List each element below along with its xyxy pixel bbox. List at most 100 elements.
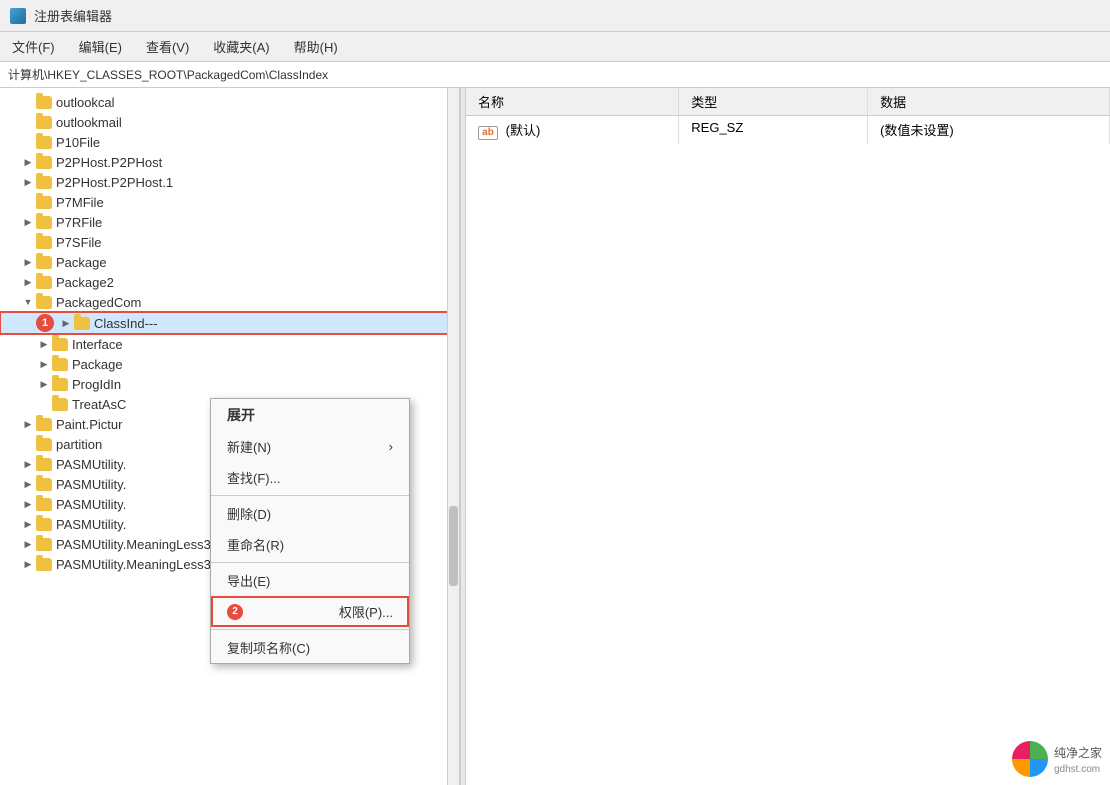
folder-icon xyxy=(36,236,52,249)
tree-label: PackagedCom xyxy=(56,295,141,310)
tree-item-p2phost[interactable]: P2PHost.P2PHost xyxy=(0,152,459,172)
right-panel: 名称 类型 数据 ab (默认) REG_SZ (数值未设置) 纯净之家g xyxy=(466,88,1110,785)
tree-label: P10File xyxy=(56,135,100,150)
folder-icon xyxy=(36,256,52,269)
breadcrumb: 计算机\HKEY_CLASSES_ROOT\PackagedCom\ClassI… xyxy=(0,62,1110,88)
tree-item-packagedcom-package[interactable]: Package xyxy=(0,354,459,374)
tree-item-package2[interactable]: Package2 xyxy=(0,272,459,292)
scrollbar[interactable] xyxy=(447,88,459,785)
tree-label: ProgIdIn xyxy=(72,377,121,392)
tree-item-package[interactable]: Package xyxy=(0,252,459,272)
expand-arrow[interactable] xyxy=(36,376,52,392)
expand-arrow[interactable] xyxy=(20,214,36,230)
expand-arrow[interactable] xyxy=(20,174,36,190)
expand-arrow[interactable] xyxy=(20,416,36,432)
submenu-arrow-icon: › xyxy=(389,439,393,454)
expand-arrow[interactable] xyxy=(20,294,36,310)
badge-2: 2 xyxy=(227,604,243,620)
menu-help[interactable]: 帮助(H) xyxy=(290,35,342,58)
menu-bar: 文件(F) 编辑(E) 查看(V) 收藏夹(A) 帮助(H) xyxy=(0,32,1110,62)
main-container: outlookcal outlookmail P10File P2PHost.P… xyxy=(0,88,1110,785)
folder-icon xyxy=(36,558,52,571)
col-name: 名称 xyxy=(466,88,679,116)
folder-icon xyxy=(74,317,90,330)
cell-data: (数值未设置) xyxy=(868,116,1110,144)
folder-icon xyxy=(36,116,52,129)
tree-item-packagedcom[interactable]: PackagedCom xyxy=(0,292,459,312)
folder-icon xyxy=(36,498,52,511)
menu-edit[interactable]: 编辑(E) xyxy=(75,35,126,58)
ctx-new[interactable]: 新建(N) › xyxy=(211,431,409,462)
watermark-text: 纯净之家gdhst.com xyxy=(1054,744,1102,775)
tree-label: TreatAsC xyxy=(72,397,126,412)
tree-label: PASMUtility. xyxy=(56,477,126,492)
expand-arrow[interactable] xyxy=(20,154,36,170)
folder-icon xyxy=(52,358,68,371)
folder-icon xyxy=(36,96,52,109)
watermark-logo xyxy=(1012,741,1048,777)
ctx-find[interactable]: 查找(F)... xyxy=(211,462,409,493)
tree-item-p7mfile[interactable]: P7MFile xyxy=(0,192,459,212)
folder-icon xyxy=(36,196,52,209)
folder-icon xyxy=(36,478,52,491)
ctx-export[interactable]: 导出(E) xyxy=(211,565,409,596)
tree-label: ClassInd--- xyxy=(94,316,158,331)
expand-arrow[interactable] xyxy=(20,254,36,270)
folder-icon xyxy=(36,458,52,471)
folder-icon xyxy=(36,156,52,169)
menu-favorites[interactable]: 收藏夹(A) xyxy=(209,35,273,58)
ctx-rename[interactable]: 重命名(R) xyxy=(211,529,409,560)
menu-file[interactable]: 文件(F) xyxy=(8,35,59,58)
tree-label: outlookcal xyxy=(56,95,115,110)
ctx-permissions[interactable]: 2 权限(P)... xyxy=(211,596,409,627)
folder-icon xyxy=(36,216,52,229)
registry-table: 名称 类型 数据 ab (默认) REG_SZ (数值未设置) xyxy=(466,88,1110,144)
expand-arrow[interactable] xyxy=(36,336,52,352)
expand-arrow[interactable] xyxy=(36,356,52,372)
badge-1: 1 xyxy=(36,314,54,332)
ctx-sep-2 xyxy=(211,562,409,563)
tree-item-outlookmail[interactable]: outlookmail xyxy=(0,112,459,132)
expand-arrow[interactable] xyxy=(20,274,36,290)
app-title: 注册表编辑器 xyxy=(34,6,112,25)
ctx-sep-3 xyxy=(211,629,409,630)
ctx-delete[interactable]: 删除(D) xyxy=(211,498,409,529)
tree-label: PASMUtility.MeaningLess3.2 xyxy=(56,557,222,572)
tree-item-p7rfile[interactable]: P7RFile xyxy=(0,212,459,232)
ctx-expand[interactable]: 展开 xyxy=(211,399,409,431)
tree-label: P7SFile xyxy=(56,235,102,250)
expand-arrow[interactable] xyxy=(20,476,36,492)
tree-label: P7MFile xyxy=(56,195,104,210)
ctx-sep-1 xyxy=(211,495,409,496)
tree-label: Paint.Pictur xyxy=(56,417,122,432)
folder-icon xyxy=(52,378,68,391)
tree-item-p2phost1[interactable]: P2PHost.P2PHost.1 xyxy=(0,172,459,192)
expand-arrow[interactable] xyxy=(20,516,36,532)
menu-view[interactable]: 查看(V) xyxy=(142,35,193,58)
app-icon xyxy=(10,8,26,24)
expand-arrow[interactable] xyxy=(20,556,36,572)
left-panel: outlookcal outlookmail P10File P2PHost.P… xyxy=(0,88,460,785)
ctx-copy-name[interactable]: 复制项名称(C) xyxy=(211,632,409,663)
expand-arrow[interactable] xyxy=(20,536,36,552)
expand-arrow[interactable] xyxy=(20,496,36,512)
title-bar: 注册表编辑器 xyxy=(0,0,1110,32)
tree-label: PASMUtility.MeaningLess3 xyxy=(56,537,211,552)
tree-item-outlookcal[interactable]: outlookcal xyxy=(0,92,459,112)
expand-arrow[interactable] xyxy=(20,456,36,472)
tree-label: PASMUtility. xyxy=(56,497,126,512)
folder-icon xyxy=(36,276,52,289)
scrollbar-thumb[interactable] xyxy=(449,506,458,586)
tree-item-classindex[interactable]: 1 ClassInd--- xyxy=(0,312,459,334)
tree-label: Interface xyxy=(72,337,123,352)
tree-label: PASMUtility. xyxy=(56,457,126,472)
tree-item-p7sfile[interactable]: P7SFile xyxy=(0,232,459,252)
tree-item-p10file[interactable]: P10File xyxy=(0,132,459,152)
expand-arrow[interactable] xyxy=(58,315,74,331)
table-row[interactable]: ab (默认) REG_SZ (数值未设置) xyxy=(466,116,1110,144)
folder-icon xyxy=(36,418,52,431)
folder-icon xyxy=(36,176,52,189)
tree-item-progidindex[interactable]: ProgIdIn xyxy=(0,374,459,394)
tree-label: P7RFile xyxy=(56,215,102,230)
tree-item-interface[interactable]: Interface xyxy=(0,334,459,354)
